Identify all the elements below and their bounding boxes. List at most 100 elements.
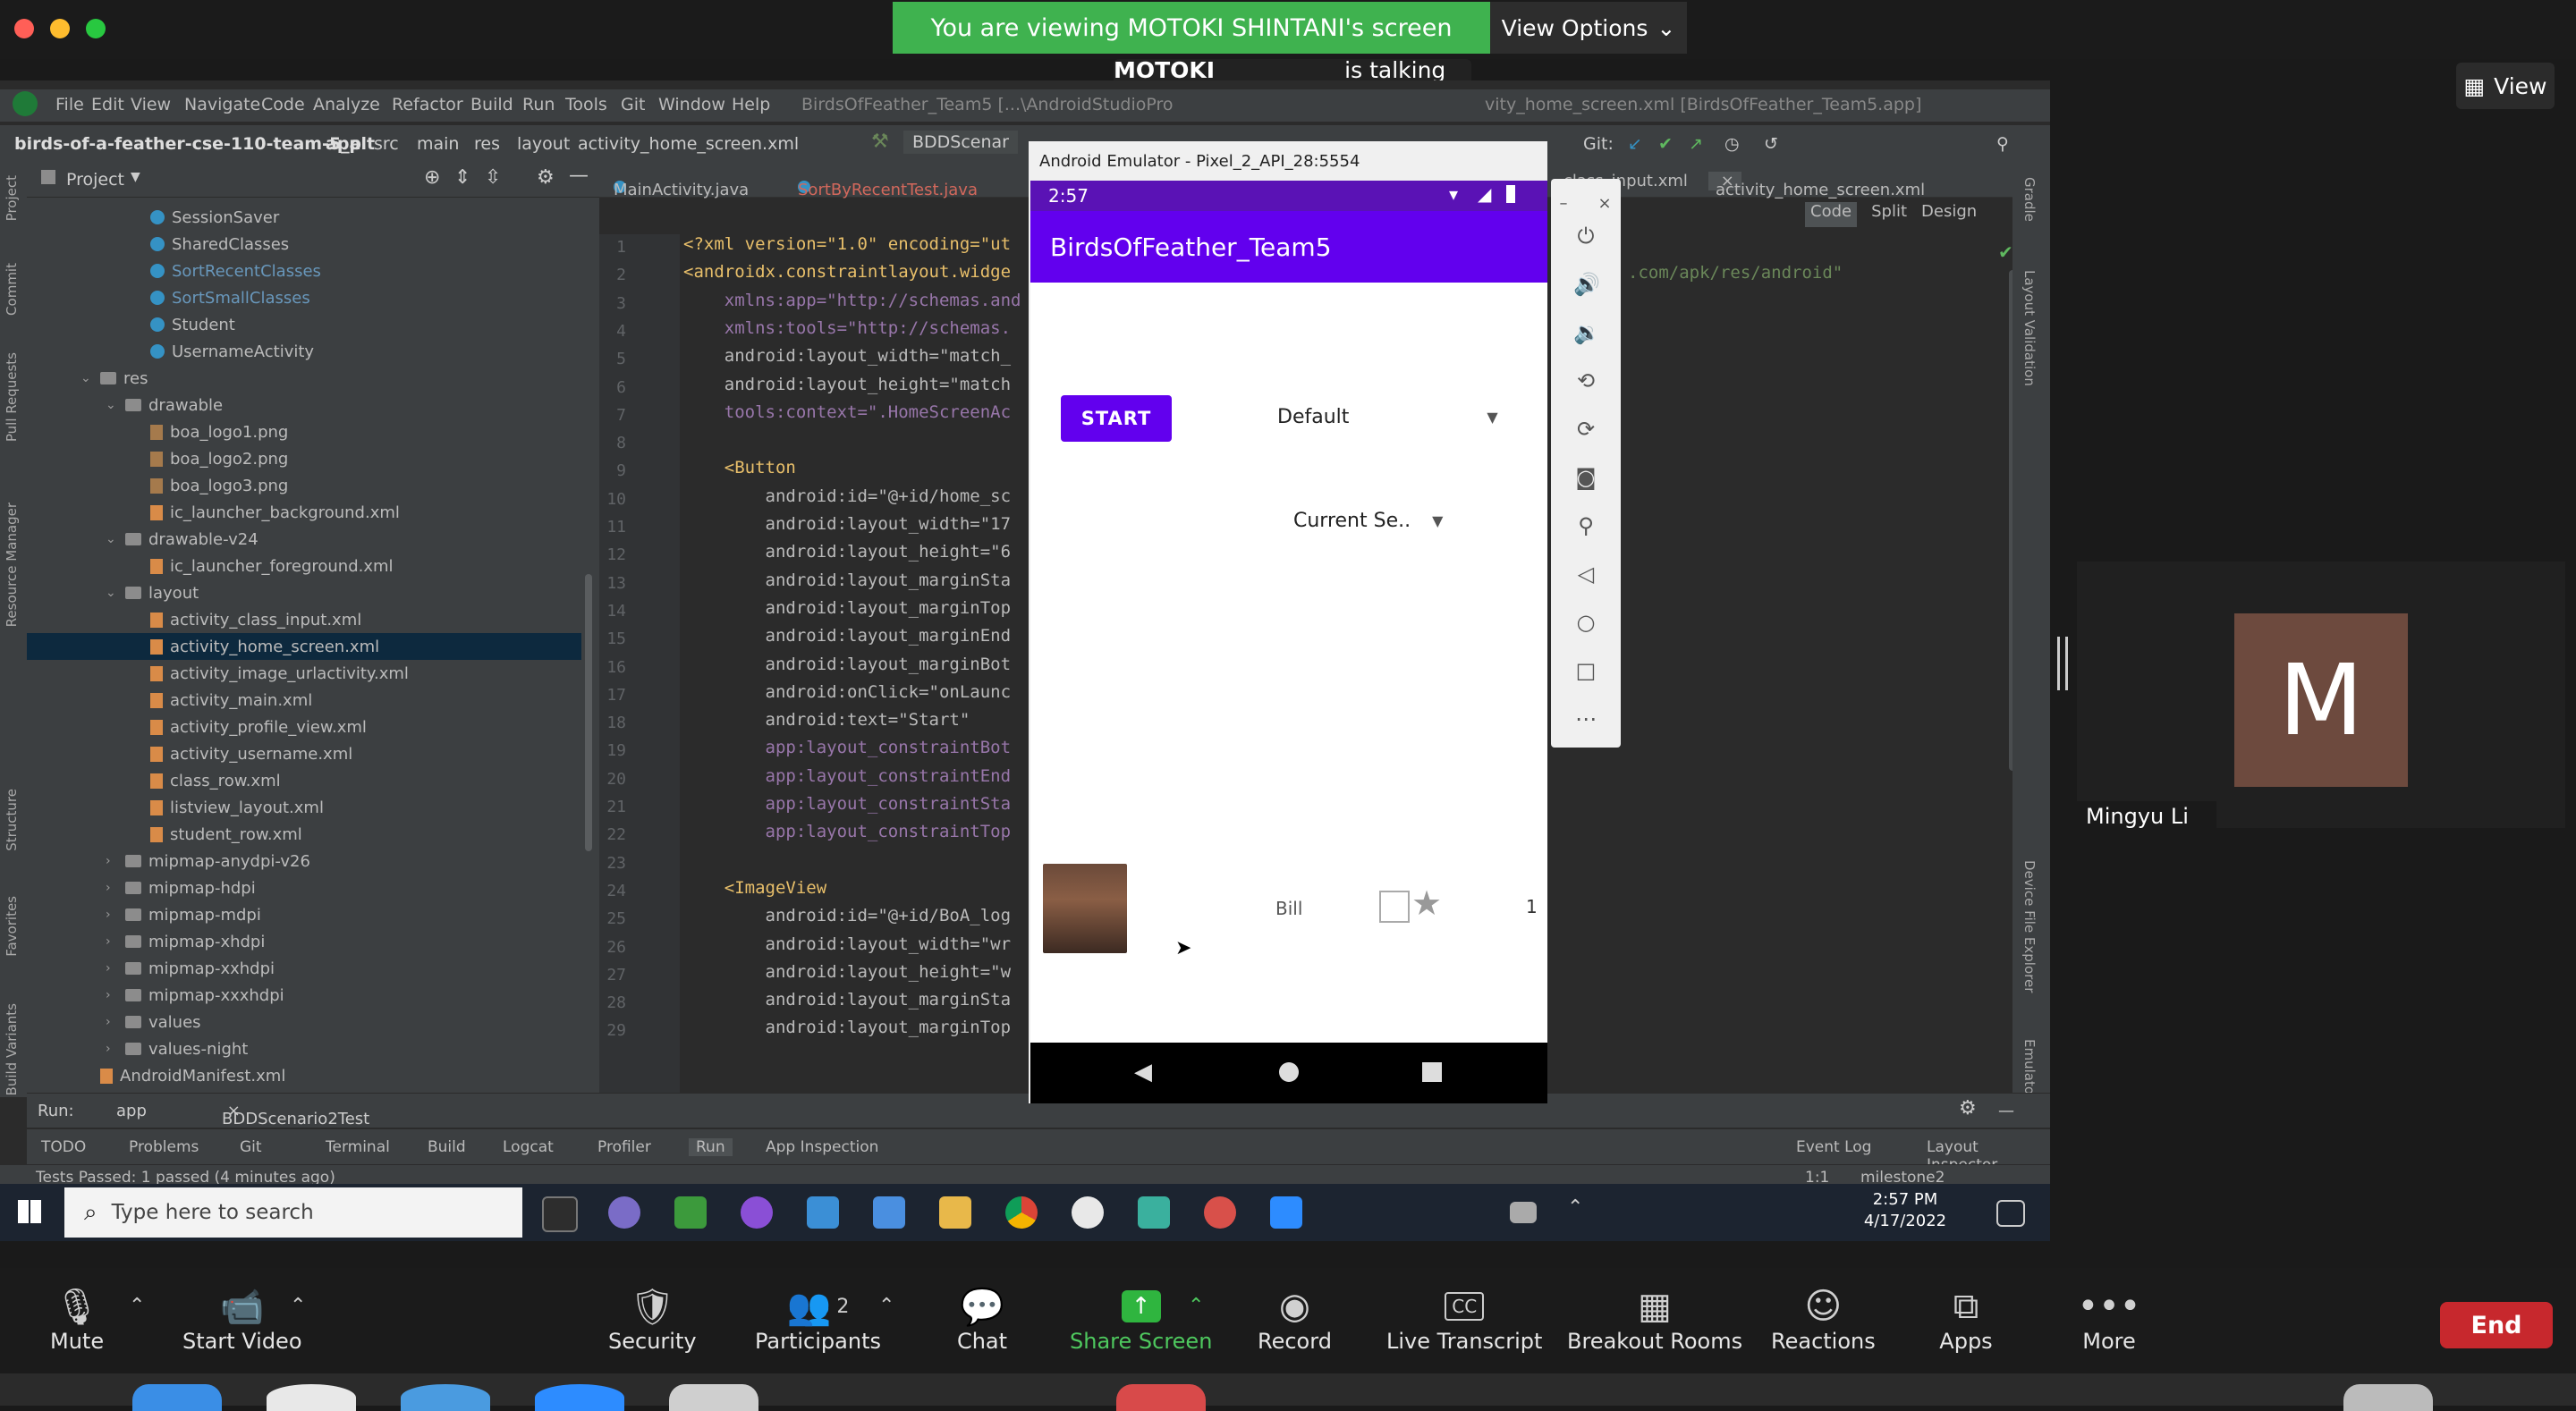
app-dock-icon[interactable] — [669, 1384, 758, 1411]
compass-dock-icon[interactable] — [401, 1384, 490, 1411]
hammer-icon[interactable]: ⚒ — [871, 131, 889, 153]
tree-item[interactable]: student_row.xml — [131, 821, 302, 848]
tree-item[interactable]: activity_main.xml — [131, 687, 312, 714]
panel-resize-handle[interactable] — [2057, 637, 2068, 690]
volume-down-icon[interactable]: 🔉 — [1573, 320, 1600, 345]
tree-item[interactable]: › values — [106, 1009, 201, 1035]
menu-navigate[interactable]: Navigate — [184, 95, 260, 114]
code-line[interactable]: android:layout_marginEnd — [683, 626, 1012, 646]
chevron-right-icon[interactable]: › — [106, 961, 118, 976]
tree-item[interactable]: › mipmap-xxhdpi — [106, 955, 275, 982]
apps-button[interactable]: ⧉ Apps — [1939, 1284, 1993, 1354]
code-line[interactable]: app:layout_constraintEnd — [683, 766, 1012, 786]
tree-item[interactable]: listview_layout.xml — [131, 794, 324, 821]
tree-item[interactable]: activity_class_input.xml — [131, 606, 361, 633]
code-line[interactable]: android:layout_marginBot — [683, 655, 1012, 674]
tree-item[interactable]: ⌄ res — [80, 365, 148, 392]
end-meeting-button[interactable]: End — [2440, 1302, 2553, 1348]
chevron-down-icon[interactable]: ⌄ — [106, 398, 118, 412]
chevron-right-icon[interactable]: › — [106, 908, 118, 922]
rotate-left-icon[interactable]: ⟲ — [1573, 368, 1598, 393]
safari-dock-icon[interactable] — [267, 1384, 356, 1411]
tree-item[interactable]: class_row.xml — [131, 767, 281, 794]
menu-window[interactable]: Window — [658, 95, 725, 114]
tree-item[interactable]: SessionSaver — [131, 204, 279, 231]
start-button[interactable]: START — [1061, 395, 1172, 442]
chevron-down-icon[interactable]: ▼ — [131, 170, 140, 184]
tree-item[interactable]: activity_image_urlactivity.xml — [131, 660, 409, 687]
code-line[interactable]: android:layout_height="w — [683, 962, 1012, 982]
locate-icon[interactable]: ⊕ — [424, 166, 440, 189]
strip-structure[interactable]: Structure — [4, 789, 20, 851]
tree-item[interactable]: ic_launcher_foreground.xml — [131, 553, 394, 579]
chevron-right-icon[interactable]: › — [106, 988, 118, 1002]
close-window-button[interactable] — [14, 19, 34, 38]
share-options-chevron-icon[interactable]: ⌃ — [1188, 1295, 1204, 1317]
home-icon[interactable] — [1279, 1062, 1299, 1082]
code-line[interactable]: <androidx.constraintlayout.widge — [683, 262, 1011, 282]
code-line[interactable]: <Button — [683, 458, 796, 477]
more-icon[interactable]: ⋯ — [1573, 706, 1598, 731]
notification-app-icon[interactable] — [1204, 1196, 1236, 1229]
tool-tab-logcat[interactable]: Logcat — [503, 1138, 554, 1156]
hide-panel-icon[interactable]: — — [1998, 1102, 2014, 1120]
rotate-right-icon[interactable]: ⟳ — [1573, 417, 1598, 442]
menu-tools[interactable]: Tools — [565, 95, 607, 114]
tree-item[interactable]: SortRecentClasses — [131, 258, 321, 284]
strip-project[interactable]: Project — [4, 175, 20, 221]
strip-gradle[interactable]: Gradle — [2021, 177, 2038, 222]
tree-item[interactable]: SharedClasses — [131, 231, 289, 258]
run-tab-bdd-scenario[interactable]: BDDScenario2Test × — [222, 1102, 369, 1128]
trash-dock-icon[interactable] — [2343, 1384, 2433, 1411]
split-mode-button[interactable]: Split — [1871, 202, 1907, 227]
menu-run[interactable]: Run — [522, 95, 555, 114]
strip-resource-manager[interactable]: Resource Manager — [4, 503, 20, 627]
code-line[interactable]: android:layout_height="match — [683, 375, 1011, 394]
run-config-dropdown[interactable]: BDDScenar — [903, 131, 1018, 154]
tree-item[interactable]: ic_launcher_background.xml — [131, 499, 400, 526]
breadcrumb-src[interactable]: src — [374, 134, 399, 154]
chevron-down-icon[interactable]: ⌄ — [106, 586, 118, 600]
chevron-right-icon[interactable]: › — [106, 1042, 118, 1056]
session-spinner[interactable]: Current Se.. ▼ — [1293, 510, 1443, 532]
code-line[interactable]: android:id="@+id/BoA_log — [683, 906, 1012, 925]
overview-icon[interactable] — [1422, 1062, 1442, 1082]
strip-layout-validation[interactable]: Layout Validation — [2021, 270, 2038, 386]
record-button[interactable]: ◉ Record — [1258, 1284, 1332, 1354]
menu-code[interactable]: Code — [261, 95, 305, 114]
view-options-button[interactable]: View Options ⌄ — [1490, 2, 1687, 54]
collapse-all-icon[interactable]: ⇳ — [485, 166, 501, 189]
tool-tab-event-log[interactable]: Event Log — [1796, 1138, 1871, 1156]
code-line[interactable]: <ImageView — [683, 878, 826, 898]
volume-up-icon[interactable]: 🔊 — [1573, 272, 1600, 297]
security-button[interactable]: 🛡 Security — [608, 1284, 697, 1355]
code-line[interactable]: app:layout_constraintSta — [683, 794, 1012, 814]
push-icon[interactable]: ↗ — [1689, 134, 1703, 154]
tool-tab-terminal[interactable]: Terminal — [326, 1138, 390, 1156]
breadcrumb-file[interactable]: activity_home_screen.xml — [578, 134, 799, 154]
participants-chevron-icon[interactable]: ⌃ — [878, 1295, 894, 1317]
code-line[interactable]: android:text="Start" — [683, 710, 970, 730]
mute-button[interactable]: 🎙 Mute — [50, 1284, 104, 1355]
code-line[interactable]: android:layout_height="6 — [683, 542, 1012, 562]
chevron-down-icon[interactable]: ⌄ — [106, 532, 118, 546]
breadcrumb-app[interactable]: app — [326, 134, 361, 154]
run-tab-app[interactable]: app — [116, 1102, 147, 1120]
tree-item[interactable]: SortSmallClasses — [131, 284, 310, 311]
tool-tab-profiler[interactable]: Profiler — [597, 1138, 651, 1156]
history-icon[interactable]: ◷ — [1724, 134, 1740, 154]
chevron-right-icon[interactable]: › — [106, 934, 118, 949]
notifications-icon[interactable] — [1996, 1200, 2025, 1227]
tool-tab-problems[interactable]: Problems — [129, 1138, 199, 1156]
tree-scrollbar[interactable] — [585, 574, 592, 851]
finder-dock-icon[interactable] — [132, 1384, 222, 1411]
project-view-dropdown[interactable]: Project — [66, 170, 124, 190]
code-line[interactable]: android:layout_marginSta — [683, 570, 1012, 590]
power-icon[interactable]: ⏻ — [1573, 224, 1598, 249]
android-studio-taskbar-icon[interactable] — [674, 1196, 707, 1229]
design-mode-button[interactable]: Design — [1921, 202, 1977, 227]
taskbar-search-box[interactable]: ⌕ Type here to search — [64, 1187, 522, 1238]
tree-item[interactable]: activity_home_screen.xml — [27, 633, 581, 660]
code-line[interactable]: android:layout_width="match_ — [683, 346, 1011, 366]
expand-all-icon[interactable]: ⇕ — [454, 166, 470, 189]
